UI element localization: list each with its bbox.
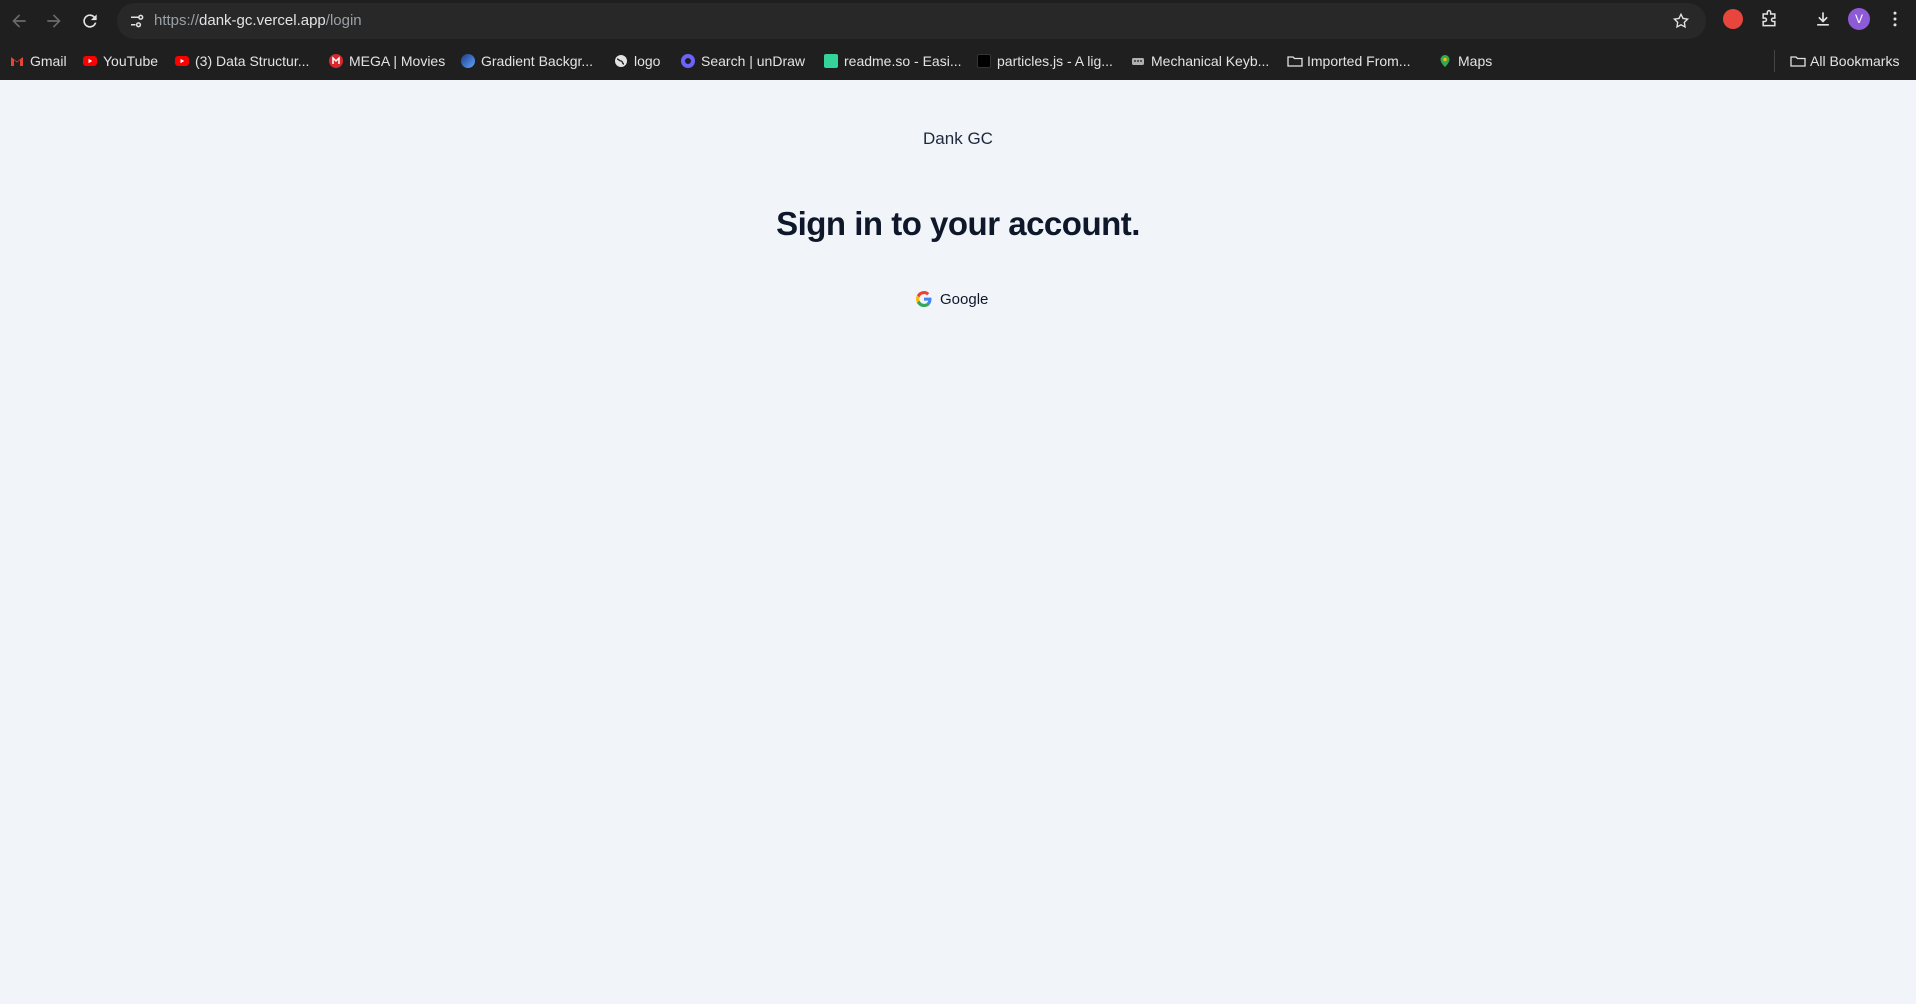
site-info-icon[interactable] <box>125 9 149 33</box>
page-title: Sign in to your account. <box>776 205 1140 242</box>
youtube-icon <box>83 54 97 68</box>
bookmark-gmail[interactable]: Gmail <box>10 51 67 71</box>
bookmark-data-structures[interactable]: (3) Data Structur... <box>175 51 309 71</box>
bookmark-label: Gradient Backgr... <box>481 53 594 69</box>
folder-icon <box>1287 54 1303 68</box>
bookmark-label: (3) Data Structur... <box>195 53 310 69</box>
url-scheme: https:// <box>154 12 200 29</box>
url-text: https://dank-gc.vercel.app/login <box>154 3 362 39</box>
downloads-icon[interactable] <box>1811 7 1835 31</box>
back-button[interactable] <box>1 3 37 39</box>
bookmark-label: Imported From... <box>1307 53 1411 69</box>
bookmark-youtube[interactable]: YouTube <box>83 51 158 71</box>
bookmark-imported-folder[interactable]: Imported From... <box>1287 51 1410 71</box>
bookmark-label: Maps <box>1458 53 1493 69</box>
undraw-icon <box>681 54 695 68</box>
bookmark-maps[interactable]: Maps <box>1438 51 1492 71</box>
bookmark-particles[interactable]: particles.js - A lig... <box>977 51 1113 71</box>
bookmark-label: particles.js - A lig... <box>997 53 1113 69</box>
browser-toolbar: https://dank-gc.vercel.app/login V <box>0 0 1916 42</box>
reload-icon <box>83 14 97 28</box>
arrow-left-icon <box>12 14 26 28</box>
bookmark-undraw[interactable]: Search | unDraw <box>681 51 805 71</box>
all-bookmarks-button[interactable]: All Bookmarks <box>1790 51 1899 71</box>
bookmark-label: logo <box>634 53 661 69</box>
login-page: Dank GC Sign in to your account. Google <box>0 80 1916 1004</box>
all-bookmarks-label: All Bookmarks <box>1810 53 1900 69</box>
extension-red-icon[interactable] <box>1721 7 1745 31</box>
particles-icon <box>977 54 991 68</box>
bookmark-star-icon[interactable] <box>1670 10 1692 32</box>
mega-icon <box>329 54 343 68</box>
google-sign-in-button[interactable]: Google <box>916 285 1000 313</box>
arrow-right-icon <box>47 14 61 28</box>
url-path: /login <box>325 12 362 29</box>
bookmarks-bar: Gmail YouTube (3) Data Structur... MEGA … <box>0 42 1916 80</box>
bookmark-label: Search | unDraw <box>701 53 806 69</box>
browser-chrome: https://dank-gc.vercel.app/login V Gmail… <box>0 0 1916 80</box>
bookmark-readme[interactable]: readme.so - Easi... <box>824 51 962 71</box>
bookmark-logo[interactable]: logo <box>614 51 660 71</box>
bookmark-label: Gmail <box>30 53 67 69</box>
browser-menu-icon[interactable] <box>1883 7 1907 31</box>
globe-icon <box>614 54 628 68</box>
folder-icon <box>1790 54 1806 68</box>
forward-button[interactable] <box>36 3 72 39</box>
bookmark-gradient[interactable]: Gradient Backgr... <box>461 51 593 71</box>
readme-icon <box>824 54 838 68</box>
gradient-icon <box>461 54 475 68</box>
bookmark-mega[interactable]: MEGA | Movies <box>329 51 445 71</box>
bookmarks-divider <box>1774 50 1775 72</box>
bookmark-label: YouTube <box>103 53 159 69</box>
bookmark-label: readme.so - Easi... <box>844 53 962 69</box>
bookmark-label: MEGA | Movies <box>349 53 446 69</box>
url-host: dank-gc.vercel.app <box>199 12 326 29</box>
bookmark-mechanical-keyboard[interactable]: Mechanical Keyb... <box>1131 51 1269 71</box>
profile-avatar[interactable]: V <box>1847 7 1871 31</box>
keyboard-icon <box>1131 54 1145 68</box>
google-icon <box>916 291 932 307</box>
maps-icon <box>1438 54 1452 68</box>
address-bar[interactable]: https://dank-gc.vercel.app/login <box>117 3 1706 39</box>
reload-button[interactable] <box>72 3 108 39</box>
brand-name: Dank GC <box>923 129 993 148</box>
bookmark-label: Mechanical Keyb... <box>1151 53 1270 69</box>
google-button-label: Google <box>940 290 989 308</box>
extensions-puzzle-icon[interactable] <box>1757 7 1781 31</box>
youtube-icon <box>175 54 189 68</box>
gmail-icon <box>10 54 24 68</box>
